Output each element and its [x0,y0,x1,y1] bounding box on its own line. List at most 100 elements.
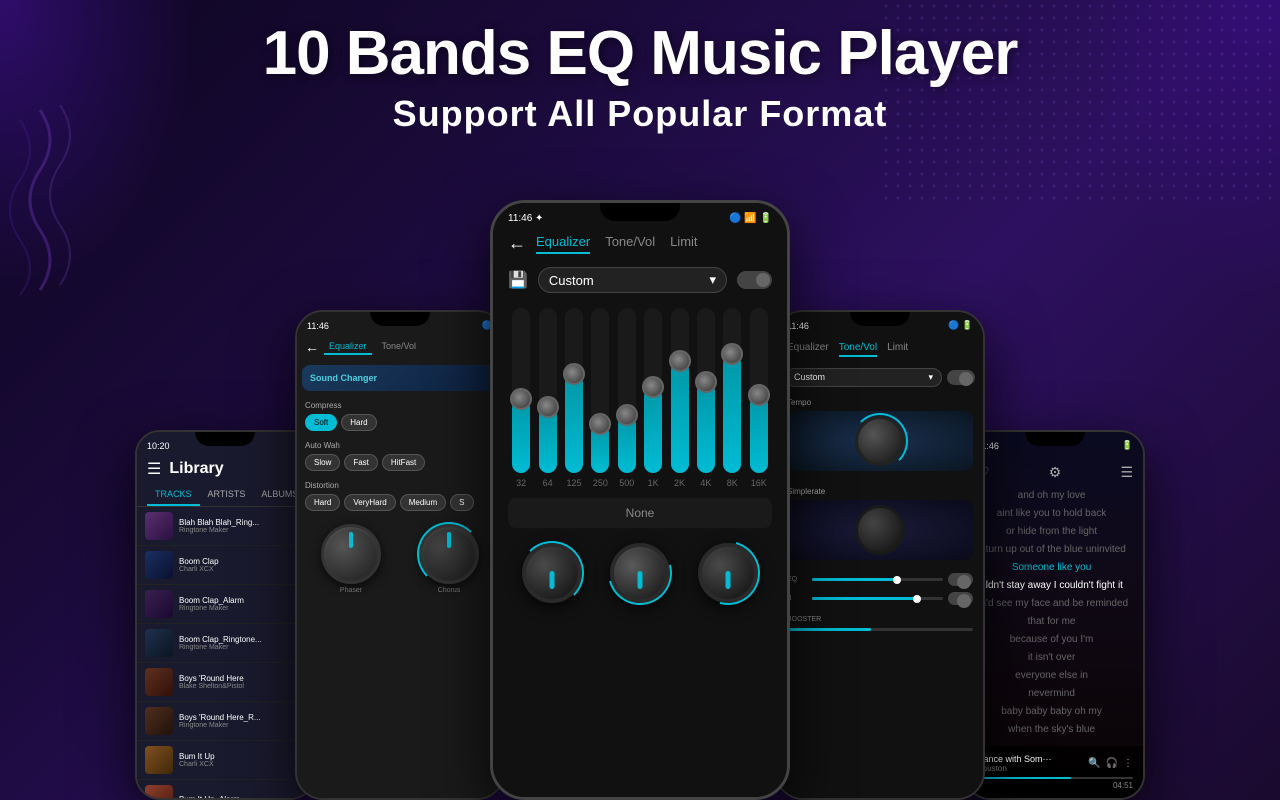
tab-tonevol[interactable]: Tone/Vol [377,339,422,355]
eq-slider[interactable] [812,578,943,581]
save-icon[interactable]: 💾 [508,270,528,290]
icons: 🔵 🔋 [948,320,973,331]
tempo-knob[interactable] [855,416,905,466]
track-name: Bum It Up [179,752,305,761]
search-icon[interactable]: 🔍 [1088,758,1100,769]
simplerate-knob[interactable] [855,505,905,555]
freq-label: 500 [619,478,634,488]
back-button[interactable]: ← [508,233,526,254]
list-item[interactable]: Bum It Up Charli XCX [137,741,313,780]
mid-knob[interactable] [610,543,670,603]
eq-track[interactable] [723,308,741,473]
back-button[interactable]: ← [305,339,319,355]
phaser-knob-wrap: Phaser [321,524,381,594]
list-item[interactable]: Boom Clap_Ringtone... Ringtone Maker [137,624,313,663]
distort-hard-button[interactable]: Hard [305,494,340,511]
preset-dropdown[interactable]: Custom ▾ [538,267,727,293]
list-item[interactable]: Boom Clap Charli XCX [137,546,313,585]
library-tabs: TRACKS ARTISTS ALBUMS [137,484,313,507]
track-name: Boom Clap_Alarm [179,596,305,605]
progress-bar[interactable] [977,777,1133,779]
tab-limit[interactable]: Limit [670,234,697,254]
eq-handle[interactable] [563,363,585,385]
distort-veryhard-button[interactable]: VeryHard [344,494,395,511]
distort-s-button[interactable]: S [450,494,473,511]
tab-equalizer[interactable]: Equalizer [787,342,829,357]
eq-track[interactable] [671,308,689,473]
eq-track[interactable] [618,308,636,473]
icons: 🔵 📶 🔋 [729,213,772,224]
tab-equalizer[interactable]: Equalizer [324,339,372,355]
list-item[interactable]: Bum It Up_Alarm [137,780,313,798]
tab-limit[interactable]: Limit [887,342,908,357]
list-item[interactable]: Boom Clap_Alarm Ringtone Maker [137,585,313,624]
track-name: Bum It Up_Alarm [179,795,305,799]
tab-tracks[interactable]: TRACKS [147,484,200,506]
eq-fill [565,374,583,473]
eq-track[interactable] [750,308,768,473]
tone-preset-dropdown[interactable]: Custom ▾ [785,368,942,387]
notch [370,312,430,326]
eq-handle[interactable] [721,343,743,365]
track-info: Boom Clap_Alarm Ringtone Maker [179,596,305,612]
time: 10:20 [147,441,170,451]
eq-track[interactable] [591,308,609,473]
tempo-knob-ring [852,413,908,469]
bass-knob[interactable] [522,543,582,603]
eq-handle[interactable] [695,371,717,393]
tab-tonevol[interactable]: Tone/Vol [839,342,877,357]
eq-handle[interactable] [748,384,770,406]
eq-slider-handle[interactable] [893,576,901,584]
bass-slider-handle[interactable] [913,595,921,603]
eq-toggle[interactable] [737,271,772,289]
slow-button[interactable]: Slow [305,454,340,471]
effects-knobs: Phaser Chorus [297,516,503,602]
tone-toggle[interactable] [947,370,975,385]
treble-knob[interactable] [698,543,758,603]
hitfast-button[interactable]: HitFast [382,454,425,471]
sound-changer-label: Sound Changer [310,373,490,383]
compress-section: Compress Soft Hard [297,396,503,436]
eq-handle[interactable] [510,388,532,410]
tab-tonevol[interactable]: Tone/Vol [605,234,655,254]
menu-icon[interactable]: ☰ [147,459,161,479]
phones-container: 10:20 ● ☰ Library TRACKS ARTISTS ALBUMS … [135,200,1145,800]
eq-handle[interactable] [642,376,664,398]
tab-equalizer[interactable]: Equalizer [536,234,590,254]
lyrics-screen: 11:46 🔋 ♡ ⚙ ☰ and oh my love aint like y… [967,432,1143,798]
track-info: Boys 'Round Here_R... Ringtone Maker [179,713,305,729]
eq-handle[interactable] [616,404,638,426]
eq-track[interactable] [644,308,662,473]
tab-artists[interactable]: ARTISTS [200,484,254,506]
eq-track[interactable] [512,308,530,473]
hard-button[interactable]: Hard [341,414,376,431]
bass-toggle[interactable] [948,592,973,605]
fast-button[interactable]: Fast [344,454,378,471]
bass-slider[interactable] [812,597,943,600]
eq-track[interactable] [539,308,557,473]
dropdown-icon: ▾ [928,372,933,383]
list-item[interactable]: Blah Blah Blah_Ring... Ringtone Maker [137,507,313,546]
list-item[interactable]: Boys 'Round Here_R... Ringtone Maker [137,702,313,741]
more-icon[interactable]: ⋮ [1123,758,1133,769]
soft-button[interactable]: Soft [305,414,337,431]
distort-medium-button[interactable]: Medium [400,494,446,511]
slider-label: EQ [787,576,807,583]
knob-ring [596,529,683,616]
tone-preset-bar: Custom ▾ [777,365,983,390]
freq-label: 8K [727,478,738,488]
eq-track[interactable] [697,308,715,473]
eq-handle[interactable] [669,350,691,372]
booster-slider[interactable] [787,628,973,631]
list-item[interactable]: Boys 'Round Here Blake Shelton&Pistol [137,663,313,702]
eq-track[interactable] [565,308,583,473]
eq-slider-toggle[interactable] [948,573,973,586]
eq-handle[interactable] [537,396,559,418]
headphone-icon[interactable]: 🎧 [1106,758,1118,769]
tone-header: Equalizer Tone/Vol Limit [777,334,983,365]
eq-handle[interactable] [589,413,611,435]
track-info: Boys 'Round Here Blake Shelton&Pistol [179,674,305,690]
phaser-knob[interactable] [321,524,381,584]
chorus-knob[interactable] [419,524,479,584]
track-thumbnail [145,590,173,618]
